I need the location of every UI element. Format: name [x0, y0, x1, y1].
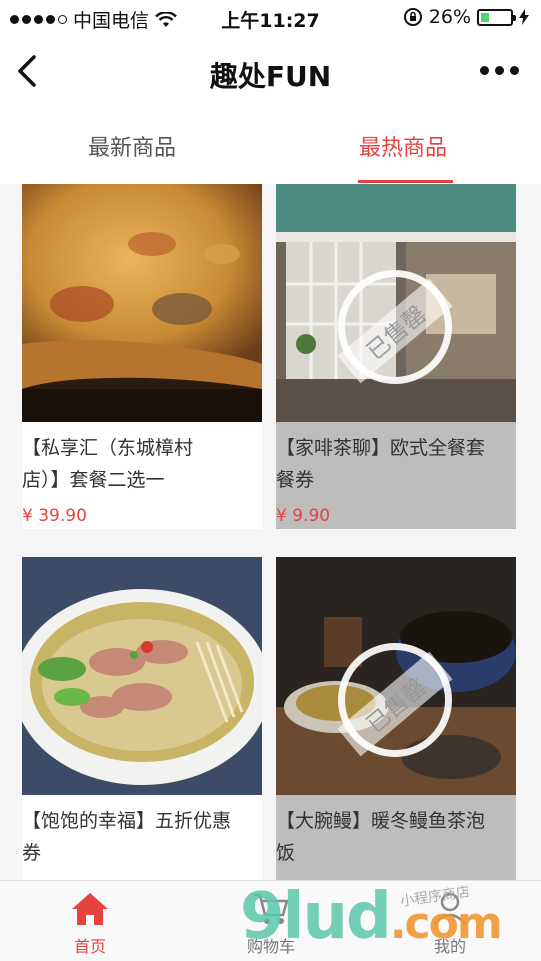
product-name-line: 饭 [276, 842, 296, 864]
sold-out-stamp: 已售罄 [337, 270, 453, 384]
tab-hottest[interactable]: 最热商品 [359, 130, 447, 162]
more-menu-button[interactable] [480, 66, 519, 75]
product-name-line: 券 [22, 842, 42, 864]
product-name-line: 【私享汇（东城樟村 [22, 437, 194, 459]
product-name-line: 餐券 [276, 469, 315, 491]
more-dot [480, 66, 489, 75]
status-bar: 中国电信 上午11:27 26% [0, 0, 541, 36]
product-name: 【大腕鳗】暖冬鳗鱼茶泡 饭 [276, 805, 516, 869]
product-name: 【家啡茶聊】欧式全餐套 餐券 [276, 432, 516, 496]
product-grid: 【私享汇（东城樟村 店）】套餐二选一 ¥ 39.90 已售罄 【家啡茶聊】欧式全… [0, 184, 541, 880]
tabbar-label: 我的 [433, 937, 466, 956]
product-card[interactable]: 【私享汇（东城樟村 店）】套餐二选一 ¥ 39.90 [22, 184, 262, 529]
tabbar-item-cart[interactable]: 购物车 [211, 881, 331, 961]
product-name-line: 【大腕鳗】暖冬鳗鱼茶泡 [276, 810, 486, 832]
product-card[interactable]: 已售罄 【大腕鳗】暖冬鳗鱼茶泡 饭 [276, 557, 516, 880]
product-image [22, 557, 262, 795]
sold-out-stamp: 已售罄 [337, 643, 453, 757]
charging-icon [519, 9, 529, 25]
product-price: ¥ 39.90 [22, 506, 87, 526]
battery-icon [477, 8, 516, 26]
home-icon [72, 893, 108, 925]
product-price: ¥ 9.90 [276, 506, 331, 526]
product-name-line: 【家啡茶聊】欧式全餐套 [276, 437, 486, 459]
active-tab-indicator [358, 180, 453, 183]
rotation-lock-icon [403, 8, 422, 26]
product-name-line: 【饱饱的幸福】五折优惠 [22, 810, 232, 832]
status-right: 26% [403, 6, 529, 28]
cart-icon [254, 893, 289, 924]
product-name: 【饱饱的幸福】五折优惠 券 [22, 805, 262, 869]
product-image [22, 184, 262, 422]
product-card[interactable]: 【饱饱的幸福】五折优惠 券 [22, 557, 262, 880]
tabbar-item-home[interactable]: 首页 [30, 881, 150, 961]
product-name: 【私享汇（东城樟村 店）】套餐二选一 [22, 432, 262, 496]
tabbar-label: 首页 [73, 937, 106, 956]
tab-newest[interactable]: 最新商品 [88, 130, 176, 162]
more-dot [495, 66, 504, 75]
tabbar-label: 购物车 [246, 937, 295, 956]
battery-percent: 26% [428, 6, 471, 28]
navigation-bar: 趣处FUN [0, 36, 541, 106]
more-dot [510, 66, 519, 75]
product-name-line: 店）】套餐二选一 [22, 469, 165, 491]
page-title: 趣处FUN [209, 60, 332, 93]
product-card[interactable]: 已售罄 【家啡茶聊】欧式全餐套 餐券 ¥ 9.90 [276, 184, 516, 529]
product-tabs: 最新商品 最热商品 [0, 106, 541, 185]
